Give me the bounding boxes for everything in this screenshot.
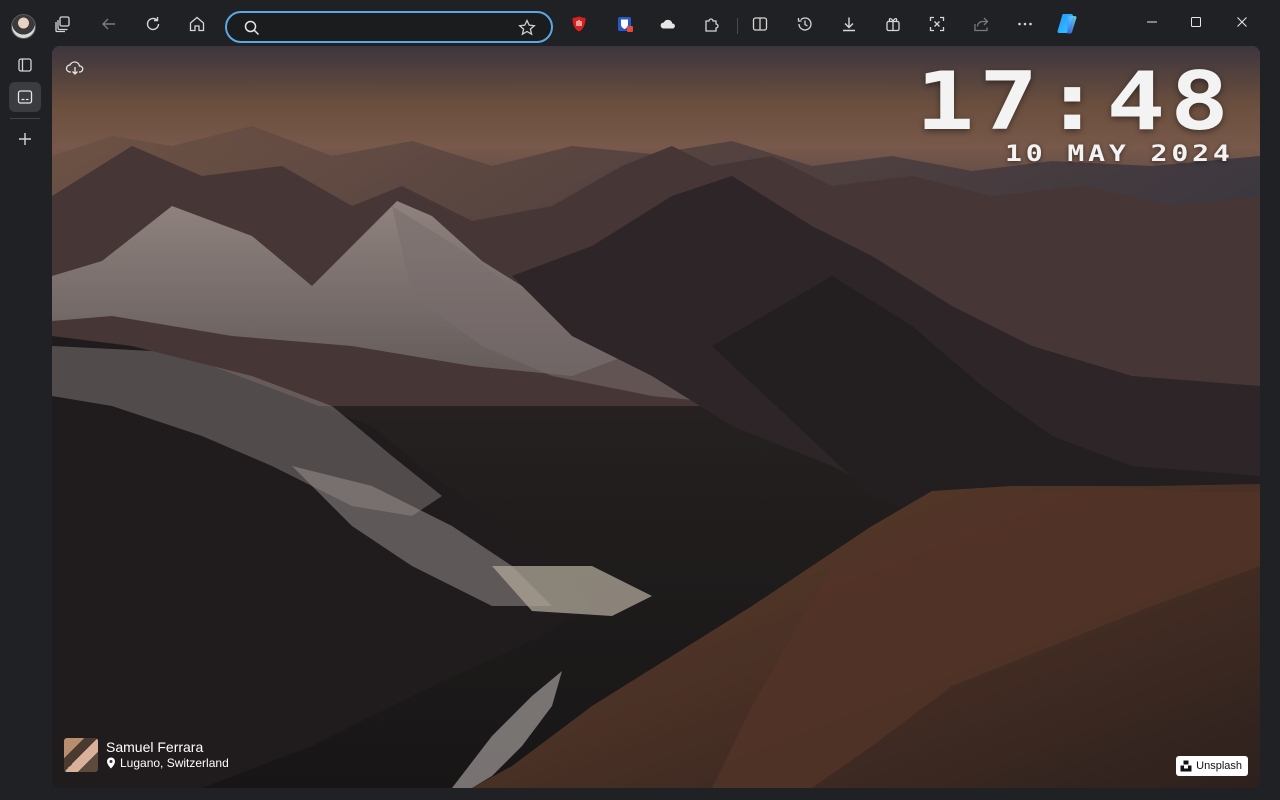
tab-actions-icon[interactable] [9, 50, 41, 80]
author-avatar [64, 738, 98, 772]
home-icon[interactable] [181, 8, 213, 40]
minimize-icon[interactable] [1132, 8, 1172, 36]
bitwarden-icon[interactable] [609, 8, 641, 40]
search-icon [244, 20, 260, 36]
photo-location: Lugano, Switzerland [106, 755, 229, 771]
history-icon[interactable] [789, 8, 821, 40]
share-icon[interactable] [965, 8, 997, 40]
back-icon[interactable] [93, 8, 125, 40]
browser-window: 17:48 10 MAY 2024 Samuel Ferrara Lugano,… [0, 0, 1280, 800]
unsplash-label: Unsplash [1196, 760, 1242, 772]
cloud-extension-icon[interactable] [652, 8, 684, 40]
new-tab-icon[interactable] [9, 124, 41, 154]
profile-avatar[interactable] [11, 14, 36, 39]
split-screen-icon[interactable] [744, 8, 776, 40]
photo-author[interactable]: Samuel Ferrara [106, 739, 229, 755]
clock-time: 17:48 [915, 55, 1234, 148]
unsplash-badge[interactable]: Unsplash [1176, 756, 1248, 776]
ublock-icon[interactable] [563, 8, 595, 40]
favorite-star-icon[interactable] [517, 18, 537, 38]
refresh-icon[interactable] [137, 8, 169, 40]
vertical-sidebar [0, 46, 52, 800]
more-icon[interactable] [1009, 8, 1041, 40]
address-input[interactable] [267, 17, 517, 37]
sidebar-divider [10, 118, 40, 119]
close-icon[interactable] [1222, 8, 1262, 36]
address-bar[interactable] [225, 11, 553, 43]
extensions-icon[interactable] [696, 8, 728, 40]
downloads-icon[interactable] [833, 8, 865, 40]
workspaces-icon[interactable] [47, 8, 79, 40]
toolbar-separator [737, 18, 738, 34]
maximize-icon[interactable] [1176, 8, 1216, 36]
copilot-icon[interactable] [1051, 8, 1083, 40]
new-tab-page: 17:48 10 MAY 2024 Samuel Ferrara Lugano,… [52, 46, 1260, 788]
clock-date: 10 MAY 2024 [1005, 142, 1234, 167]
unsplash-logo-icon [1180, 760, 1192, 772]
screenshot-icon[interactable] [921, 8, 953, 40]
vertical-tabs-icon[interactable] [9, 82, 41, 112]
collections-icon[interactable] [877, 8, 909, 40]
photo-location-text: Lugano, Switzerland [120, 756, 229, 770]
toolbar [0, 0, 1266, 46]
cloud-download-icon[interactable] [64, 58, 86, 78]
photo-credit[interactable]: Samuel Ferrara Lugano, Switzerland [64, 738, 229, 772]
location-pin-icon [107, 757, 115, 769]
